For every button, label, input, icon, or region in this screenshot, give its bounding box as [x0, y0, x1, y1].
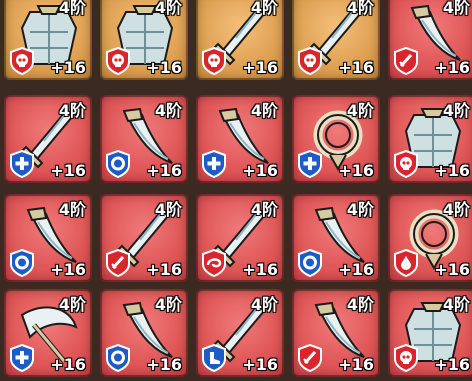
enhance-level-label: +16 — [50, 161, 86, 180]
tier-label: 4阶 — [442, 0, 470, 17]
shield-badge-icon — [106, 150, 130, 178]
tier-label: 4阶 — [58, 0, 86, 17]
enhance-level-label: +16 — [242, 161, 278, 180]
equipment-slot[interactable]: 4阶 +16 — [388, 0, 472, 80]
shield-badge-icon — [394, 344, 418, 372]
equipment-slot[interactable]: 4阶 +16 — [4, 95, 92, 183]
tier-label: 4阶 — [154, 0, 182, 17]
tier-label: 4阶 — [154, 200, 182, 219]
enhance-level-label: +16 — [50, 355, 86, 374]
enhance-level-label: +16 — [146, 355, 182, 374]
enhance-level-label: +16 — [242, 355, 278, 374]
equipment-slot[interactable]: 4阶 +16 — [196, 194, 284, 282]
equipment-slot[interactable]: 4阶 +16 — [196, 0, 284, 80]
equipment-slot[interactable]: 4阶 +16 — [196, 289, 284, 377]
equipment-slot[interactable]: 4阶 +16 — [292, 289, 380, 377]
equipment-slot[interactable]: 4阶 +16 — [196, 95, 284, 183]
enhance-level-label: +16 — [338, 58, 374, 77]
tier-label: 4阶 — [250, 295, 278, 314]
equipment-slot[interactable]: 4阶 +16 — [292, 95, 380, 183]
equipment-grid: 4阶 +16 4阶 +16 4阶 +16 4阶 +16 4阶 +16 4阶 +16 4阶 +1… — [0, 0, 472, 381]
tier-label: 4阶 — [250, 200, 278, 219]
enhance-level-label: +16 — [146, 260, 182, 279]
tier-label: 4阶 — [346, 0, 374, 17]
shield-badge-icon — [106, 47, 130, 75]
equipment-slot[interactable]: 4阶 +16 — [292, 194, 380, 282]
shield-badge-icon — [394, 249, 418, 277]
shield-badge-icon — [202, 344, 226, 372]
equipment-slot[interactable]: 4阶 +16 — [388, 95, 472, 183]
shield-badge-icon — [202, 150, 226, 178]
shield-badge-icon — [106, 249, 130, 277]
tier-label: 4阶 — [58, 200, 86, 219]
equipment-slot[interactable]: 4阶 +16 — [100, 194, 188, 282]
shield-badge-icon — [10, 150, 34, 178]
equipment-slot[interactable]: 4阶 +16 — [4, 194, 92, 282]
tier-label: 4阶 — [154, 101, 182, 120]
shield-badge-icon — [298, 249, 322, 277]
tier-label: 4阶 — [442, 295, 470, 314]
enhance-level-label: +16 — [50, 260, 86, 279]
tier-label: 4阶 — [58, 295, 86, 314]
enhance-level-label: +16 — [338, 355, 374, 374]
shield-badge-icon — [298, 47, 322, 75]
equipment-slot[interactable]: 4阶 +16 — [100, 0, 188, 80]
equipment-slot[interactable]: 4阶 +16 — [388, 194, 472, 282]
enhance-level-label: +16 — [50, 58, 86, 77]
tier-label: 4阶 — [442, 200, 470, 219]
tier-label: 4阶 — [250, 0, 278, 17]
tier-label: 4阶 — [346, 101, 374, 120]
tier-label: 4阶 — [346, 295, 374, 314]
shield-badge-icon — [10, 249, 34, 277]
enhance-level-label: +16 — [434, 58, 470, 77]
shield-badge-icon — [202, 249, 226, 277]
enhance-level-label: +16 — [434, 355, 470, 374]
shield-badge-icon — [394, 47, 418, 75]
shield-badge-icon — [106, 344, 130, 372]
equipment-slot[interactable]: 4阶 +16 — [4, 0, 92, 80]
enhance-level-label: +16 — [146, 161, 182, 180]
tier-label: 4阶 — [250, 101, 278, 120]
shield-badge-icon — [202, 47, 226, 75]
enhance-level-label: +16 — [338, 161, 374, 180]
equipment-slot[interactable]: 4阶 +16 — [292, 0, 380, 80]
shield-badge-icon — [298, 344, 322, 372]
enhance-level-label: +16 — [242, 58, 278, 77]
enhance-level-label: +16 — [146, 58, 182, 77]
tier-label: 4阶 — [58, 101, 86, 120]
shield-badge-icon — [298, 150, 322, 178]
tier-label: 4阶 — [346, 200, 374, 219]
shield-badge-icon — [394, 150, 418, 178]
equipment-slot[interactable]: 4阶 +16 — [100, 95, 188, 183]
tier-label: 4阶 — [442, 101, 470, 120]
enhance-level-label: +16 — [434, 260, 470, 279]
equipment-slot[interactable]: 4阶 +16 — [388, 289, 472, 377]
equipment-slot[interactable]: 4阶 +16 — [4, 289, 92, 377]
tier-label: 4阶 — [154, 295, 182, 314]
shield-badge-icon — [10, 344, 34, 372]
equipment-slot[interactable]: 4阶 +16 — [100, 289, 188, 377]
enhance-level-label: +16 — [242, 260, 278, 279]
enhance-level-label: +16 — [338, 260, 374, 279]
enhance-level-label: +16 — [434, 161, 470, 180]
shield-badge-icon — [10, 47, 34, 75]
